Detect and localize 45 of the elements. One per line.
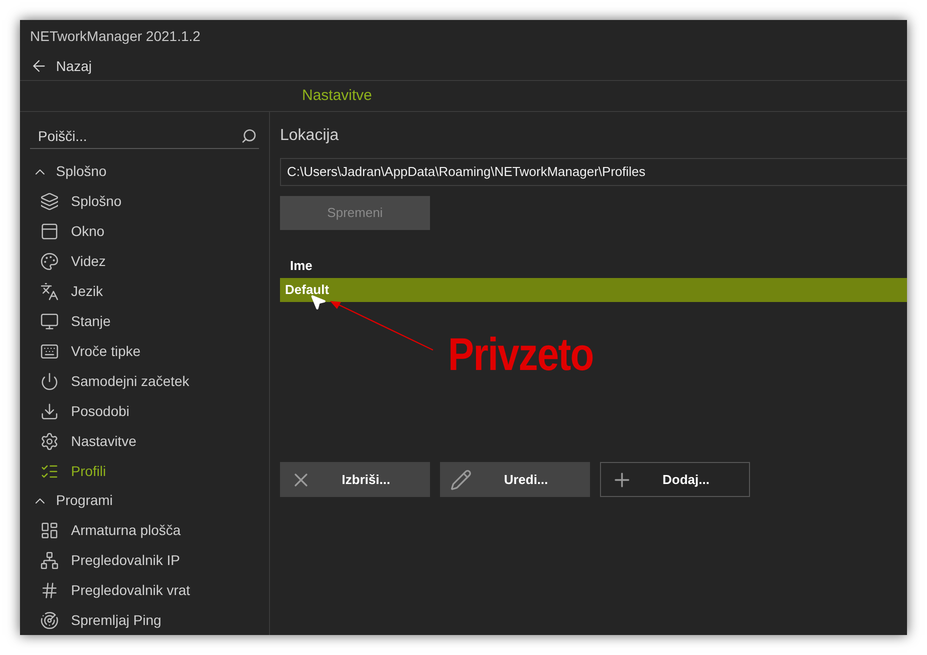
group-header[interactable]: Programi [30, 486, 259, 515]
table-row[interactable]: Default [280, 278, 907, 302]
search-icon [241, 128, 257, 144]
settings-icon [40, 432, 59, 450]
power-icon [40, 372, 59, 390]
network-icon [40, 550, 59, 570]
annotation-text: Privzeto [448, 327, 594, 382]
window-icon [40, 222, 59, 240]
sidebar-item[interactable]: Spremljaj Ping [30, 605, 259, 635]
monitor-icon [40, 312, 59, 330]
sidebar-item[interactable]: Stanje [30, 306, 259, 336]
sidebar-item[interactable]: Pregledovalnik IP [30, 545, 259, 575]
sidebar-item[interactable]: Armaturna plošča [30, 515, 259, 545]
action-button[interactable]: Izbriši... [280, 462, 430, 497]
sidebar-item[interactable]: Samodejni začetek [30, 366, 259, 396]
window-title: NETworkManager 2021.1.2 [30, 26, 200, 46]
action-button[interactable]: Dodaj... [600, 462, 750, 497]
keyboard-icon [40, 342, 59, 360]
sidebar-item[interactable]: Vroče tipke [30, 336, 259, 366]
radar-icon [40, 610, 59, 630]
back-button[interactable]: Nazaj [20, 52, 102, 80]
pencil-icon [450, 468, 472, 490]
mouse-cursor-icon [309, 293, 327, 311]
table-cell-text: Default [285, 281, 330, 300]
sidebar-item[interactable]: Okno [30, 216, 259, 246]
layers-icon [40, 192, 59, 210]
sidebar-item[interactable]: Nastavitve [30, 426, 259, 456]
path-field[interactable]: C:\Users\Jadran\AppData\Roaming\NETworkManager\Profiles [280, 158, 907, 186]
page-header: Nastavitve [302, 86, 372, 106]
sidebar-item[interactable]: Splošno [30, 186, 259, 216]
column-header: Ime [290, 257, 312, 276]
translate-icon [40, 282, 59, 300]
dashboard-icon [40, 520, 59, 540]
search-field[interactable]: Poišči... [30, 124, 241, 148]
action-button[interactable]: Uredi... [440, 462, 590, 497]
sidebar-item[interactable]: Posodobi [30, 396, 259, 426]
download-icon [40, 402, 59, 420]
location-label: Lokacija [280, 126, 340, 146]
sidebar-item[interactable]: Pregledovalnik vrat [30, 575, 259, 605]
hash-icon [40, 580, 59, 600]
group-header[interactable]: Splošno [30, 157, 259, 186]
sidebar-item[interactable]: Videz [30, 246, 259, 276]
sidebar-item[interactable]: Profili [30, 456, 259, 486]
sidebar-item[interactable]: Jezik [30, 276, 259, 306]
palette-icon [40, 252, 59, 270]
